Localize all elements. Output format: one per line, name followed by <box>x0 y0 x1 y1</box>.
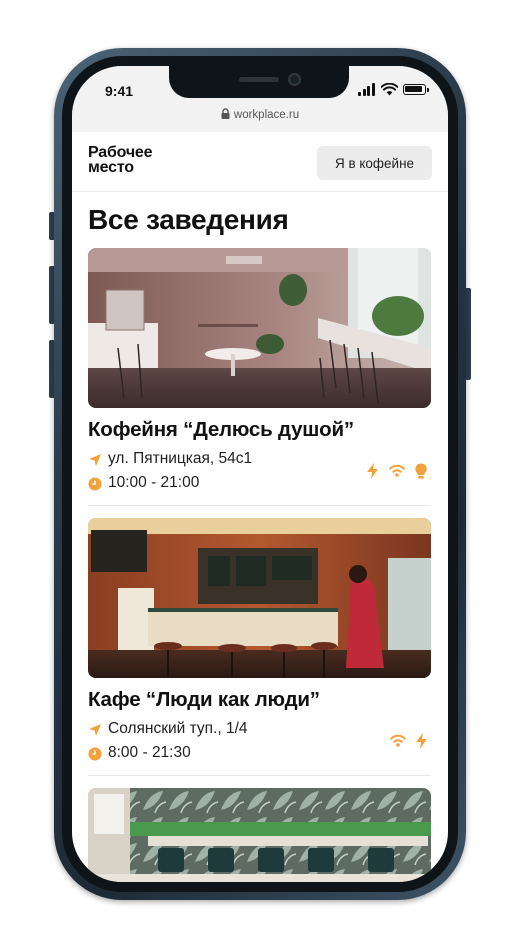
wifi-status-icon <box>381 83 398 96</box>
power-icon <box>367 462 379 479</box>
venue-name[interactable]: Кофейня “Делюсь душой” <box>88 418 354 442</box>
address-bar[interactable]: workplace.ru <box>72 108 448 128</box>
location-arrow-icon <box>89 724 101 736</box>
venue-hours: 10:00 - 21:00 <box>108 474 200 491</box>
status-time: 9:41 <box>105 83 134 99</box>
amenity-icons <box>361 462 427 480</box>
battery-icon <box>403 84 429 95</box>
url-text: workplace.ru <box>233 109 300 121</box>
browser-chrome: 9:41 workplace.ru <box>72 66 448 132</box>
wifi-icon <box>389 735 406 748</box>
speaker <box>239 77 279 82</box>
phone-screen: 9:41 workplace.ru Рабочее место Я в кофе… <box>72 66 448 882</box>
amenity-icons <box>384 732 427 750</box>
clock-icon <box>88 747 102 761</box>
site-logo[interactable]: Рабочее место <box>88 144 198 176</box>
venue-photo[interactable] <box>88 788 431 882</box>
logo-line-2: место <box>88 159 134 176</box>
venue-card[interactable]: Кофейня “Делюсь душой” ул. Пятницкая, 54… <box>88 248 431 506</box>
lock-icon <box>221 108 230 119</box>
lightbulb-icon <box>415 463 427 479</box>
site-header: Рабочее место Я в кофейне <box>72 132 448 192</box>
venue-card[interactable]: Кафе “Люди как люди” Солянский туп., 1/4… <box>88 518 431 776</box>
logo-line-1: Рабочее <box>88 144 153 161</box>
power-icon <box>416 732 427 749</box>
notch <box>169 66 349 98</box>
venue-card[interactable] <box>88 788 431 882</box>
cellular-signal-icon <box>358 83 376 96</box>
page-title: Все заведения <box>88 204 289 235</box>
checkin-button[interactable]: Я в кофейне <box>317 146 432 180</box>
venue-address: ул. Пятницкая, 54с1 <box>108 450 253 467</box>
venue-address: Солянский туп., 1/4 <box>108 720 248 737</box>
venue-photo[interactable] <box>88 248 431 408</box>
location-arrow-icon <box>89 454 101 466</box>
clock-icon <box>88 477 102 491</box>
venue-hours: 8:00 - 21:30 <box>108 744 191 761</box>
wifi-icon <box>388 465 405 478</box>
venue-photo[interactable] <box>88 518 431 678</box>
venue-name[interactable]: Кафе “Люди как люди” <box>88 688 320 712</box>
front-camera <box>288 73 301 86</box>
